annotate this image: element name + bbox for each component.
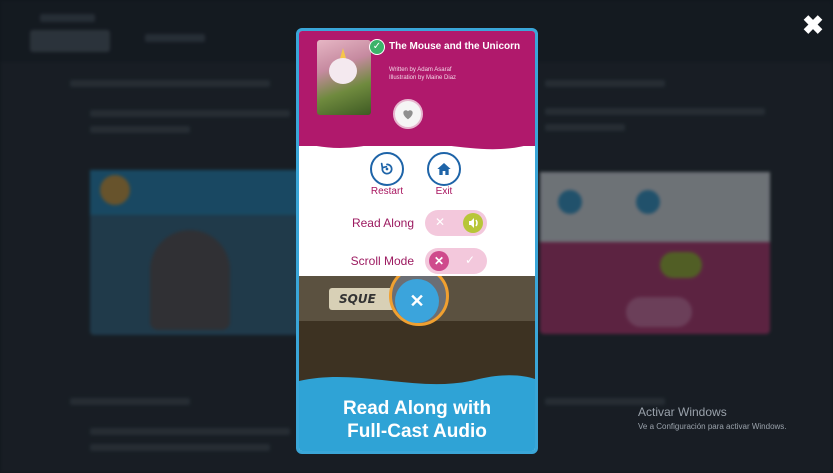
windows-activation-title: Activar Windows — [638, 405, 727, 419]
check-icon: ✓ — [369, 39, 385, 55]
book-author: Written by Adam Asaraf — [389, 67, 452, 73]
book-title: The Mouse and the Unicorn — [389, 41, 521, 52]
exit-button[interactable] — [427, 152, 461, 186]
banner-text: Read Along with Full-Cast Audio — [299, 397, 535, 443]
hero-wave — [299, 131, 535, 150]
scroll-mode-label: Scroll Mode — [350, 254, 414, 268]
x-icon: ✕ — [409, 291, 425, 311]
banner-line-2: Full-Cast Audio — [347, 421, 487, 442]
banner-line-1: Read Along with — [342, 398, 492, 419]
restart-button[interactable] — [370, 152, 404, 186]
windows-activation-subtitle: Ve a Configuración para activar Windows. — [638, 422, 787, 431]
favorite-button[interactable] — [393, 99, 423, 129]
book-hero: ✓ The Mouse and the Unicorn Written by A… — [299, 31, 535, 146]
book-illustrator: Illustration by Maine Diaz — [389, 75, 457, 81]
read-along-knob — [463, 213, 483, 233]
book-options-modal: ✓ The Mouse and the Unicorn Written by A… — [296, 28, 538, 454]
exit-label: Exit — [435, 186, 453, 197]
mute-icon: ✕ — [435, 215, 446, 229]
x-icon: ✕ — [429, 251, 449, 271]
dismiss-preview-button[interactable]: ✕ — [395, 279, 439, 323]
read-along-toggle[interactable]: ✕ — [425, 210, 487, 236]
restart-icon — [380, 162, 393, 175]
read-along-label: Read Along — [351, 216, 414, 230]
book-cover-image — [317, 40, 371, 115]
windows-activation-watermark: Activar Windows Ve a Configuración para … — [638, 405, 787, 431]
scroll-mode-toggle[interactable]: ✕ ✓ — [425, 248, 487, 274]
promo-banner: Read Along with Full-Cast Audio — [299, 371, 535, 451]
home-icon — [437, 163, 451, 175]
sound-icon — [469, 218, 478, 228]
close-icon[interactable]: ✖ — [800, 12, 826, 38]
check-icon: ✓ — [465, 253, 476, 267]
heart-icon — [403, 110, 413, 120]
restart-label: Restart — [370, 186, 404, 197]
